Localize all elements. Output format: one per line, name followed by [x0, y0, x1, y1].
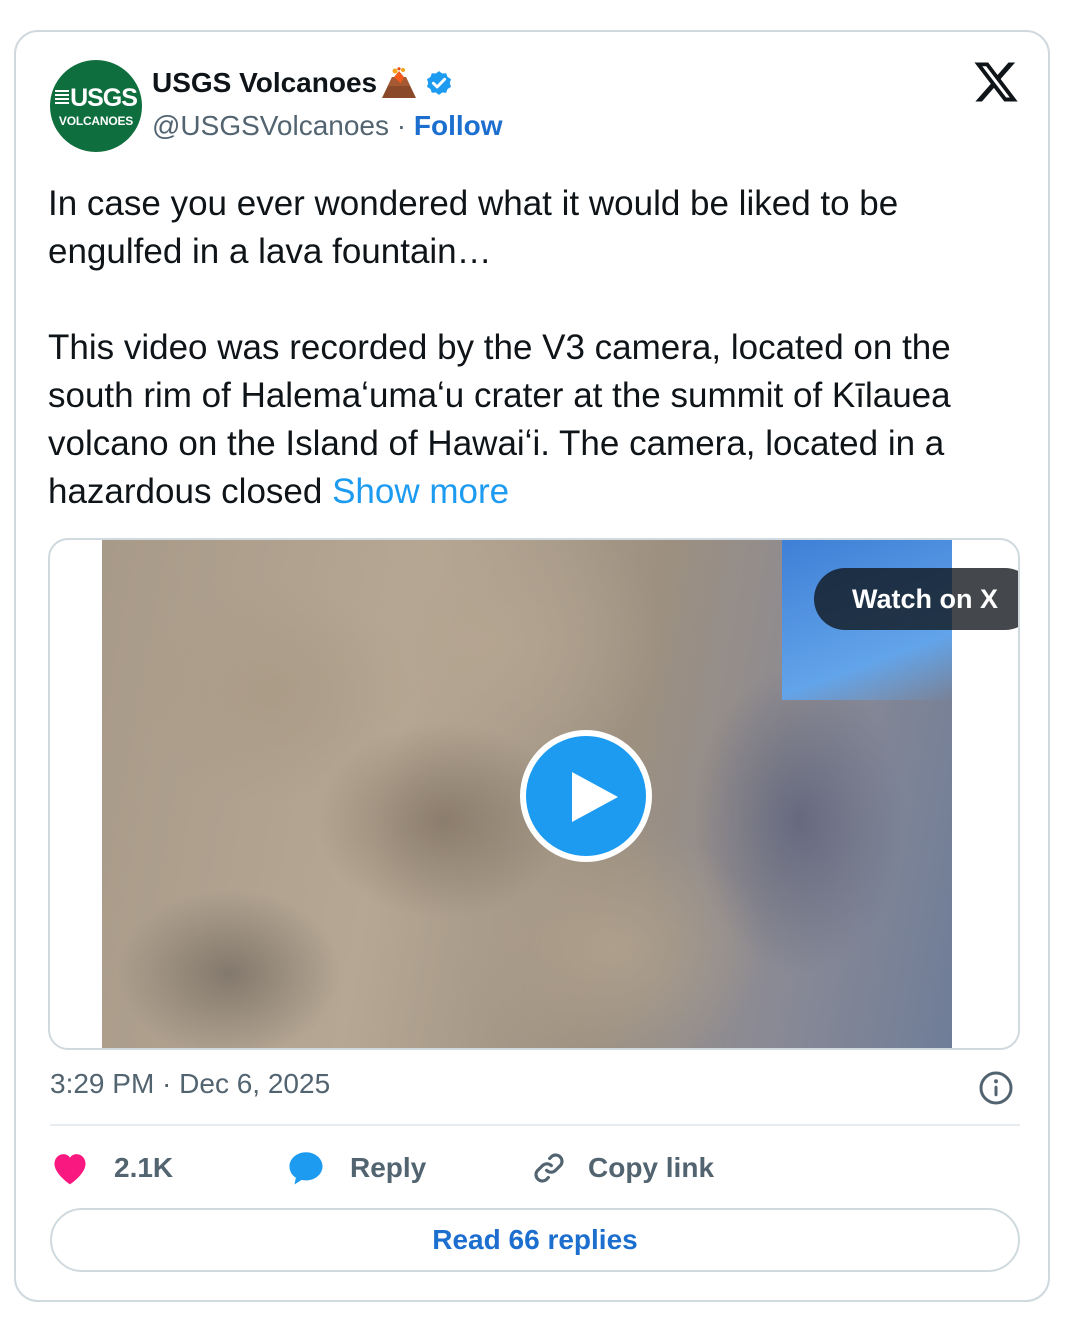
follow-button[interactable]: Follow [414, 110, 503, 141]
reply-bubble-icon [289, 1152, 323, 1185]
handle-row: @USGSVolcanoes · Follow [152, 110, 503, 142]
copy-link-button[interactable]: Copy link [530, 1149, 714, 1187]
play-button[interactable] [520, 730, 652, 862]
divider [50, 1124, 1020, 1126]
x-logo-icon[interactable] [972, 58, 1020, 106]
tweet-paragraph-2: This video was recorded by the V3 camera… [48, 324, 1018, 516]
link-icon [534, 1153, 564, 1183]
verified-badge-icon[interactable] [423, 67, 455, 99]
like-count: 2.1K [114, 1152, 174, 1183]
like-button[interactable]: 2.1K [50, 1150, 286, 1186]
show-more-link[interactable]: Show more [332, 472, 509, 511]
tweet-timestamp[interactable]: 3:29 PM · Dec 6, 2025 [50, 1068, 330, 1100]
author-name[interactable]: USGS Volcanoes [152, 67, 377, 99]
avatar-line2: VOLCANOES [58, 114, 134, 128]
avatar[interactable]: USGS VOLCANOES [50, 60, 142, 152]
video-media[interactable]: Watch on X [48, 538, 1020, 1050]
info-icon[interactable] [978, 1070, 1014, 1106]
play-icon [572, 772, 618, 822]
tweet-card: USGS VOLCANOES USGS Volcanoes @USGSVolca… [14, 30, 1050, 1302]
copy-link-label: Copy link [588, 1152, 715, 1183]
heart-icon [54, 1154, 86, 1185]
reply-button[interactable]: Reply [286, 1149, 530, 1187]
tweet-text: In case you ever wondered what it would … [48, 180, 1018, 516]
author-name-row[interactable]: USGS Volcanoes [152, 66, 455, 100]
author-handle[interactable]: @USGSVolcanoes [152, 110, 389, 141]
tweet-paragraph-1: In case you ever wondered what it would … [48, 184, 899, 271]
volcano-icon [382, 67, 417, 98]
watch-on-x-button[interactable]: Watch on X [814, 568, 1018, 630]
handle-separator: · [396, 110, 407, 141]
avatar-line1: USGS [70, 84, 138, 112]
avatar-logo-text: USGS [50, 84, 142, 113]
usgs-wave-icon [55, 90, 70, 104]
action-bar: 2.1K Reply Copy link [50, 1148, 714, 1188]
read-replies-button[interactable]: Read 66 replies [50, 1208, 1020, 1272]
reply-label: Reply [350, 1152, 427, 1183]
